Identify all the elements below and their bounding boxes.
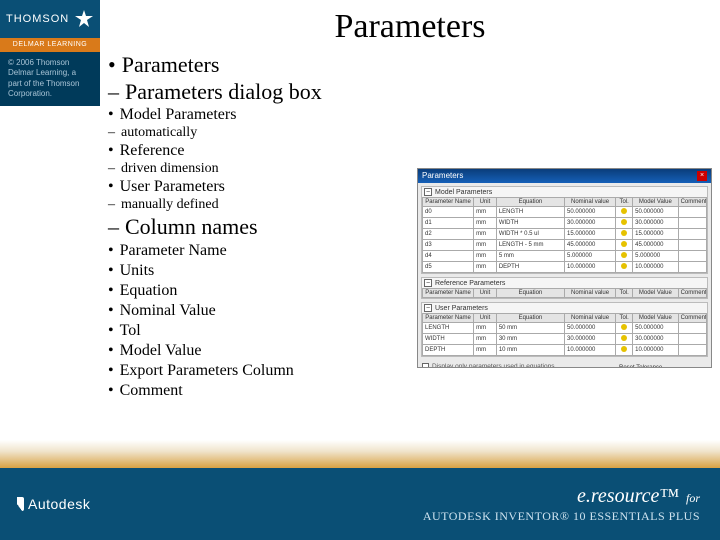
table-row[interactable]: d0mmLENGTH50.00000050.000000 bbox=[423, 207, 707, 218]
bullet-lvl3: •Reference bbox=[108, 142, 712, 160]
table-row[interactable]: d1mmWIDTH30.00000030.000000 bbox=[423, 218, 707, 229]
table-row[interactable]: LENGTHmm50 mm50.00000050.000000 bbox=[423, 323, 707, 334]
bullet-lvl3: •Model Parameters bbox=[108, 106, 712, 124]
copyright-text: © 2006 Thomson Delmar Learning, a part o… bbox=[0, 52, 100, 106]
table-row[interactable]: d3mmLENGTH - 5 mm45.00000045.000000 bbox=[423, 240, 707, 251]
star-icon bbox=[74, 9, 94, 29]
model-parameters-table: Parameter NameUnitEquationNominal valueT… bbox=[422, 197, 707, 273]
table-row[interactable]: DEPTHmm10 mm10.00000010.000000 bbox=[423, 345, 707, 356]
slide-footer: Autodesk e.resource™ for AUTODESK INVENT… bbox=[0, 440, 720, 540]
slide-content: Parameters •Parameters –Parameters dialo… bbox=[100, 0, 720, 440]
close-icon[interactable]: × bbox=[697, 171, 707, 181]
parameters-dialog: Parameters × − Model Parameters Paramete… bbox=[417, 168, 712, 368]
table-row[interactable]: d2mmWIDTH * 0.5 ul15.00000015.000000 bbox=[423, 229, 707, 240]
bullet-lvl2: –Parameters dialog box bbox=[108, 79, 712, 105]
user-parameters-table: Parameter NameUnitEquationNominal valueT… bbox=[422, 313, 707, 356]
collapse-icon[interactable]: − bbox=[424, 279, 432, 287]
display-only-checkbox[interactable]: Display only parameters used in equation… bbox=[422, 363, 554, 368]
delmar-logo: DELMAR LEARNING bbox=[0, 38, 100, 52]
model-parameters-section: − Model Parameters Parameter NameUnitEqu… bbox=[421, 186, 708, 274]
bullet-lvl1: •Parameters bbox=[108, 52, 712, 78]
table-row[interactable]: d5mmDEPTH10.00000010.000000 bbox=[423, 262, 707, 273]
dialog-footer: Display only parameters used in equation… bbox=[418, 360, 711, 368]
dialog-titlebar: Parameters × bbox=[418, 169, 711, 183]
table-row[interactable]: d4mm5 mm5.0000005.000000 bbox=[423, 251, 707, 262]
reference-parameters-section: − Reference Parameters Parameter NameUni… bbox=[421, 277, 708, 299]
collapse-icon[interactable]: − bbox=[424, 188, 432, 196]
user-parameters-section: − User Parameters Parameter NameUnitEqua… bbox=[421, 302, 708, 357]
collapse-icon[interactable]: − bbox=[424, 304, 432, 312]
slide-title: Parameters bbox=[108, 8, 712, 46]
thomson-logo: THOMSON bbox=[0, 0, 100, 38]
autodesk-logo: Autodesk bbox=[10, 496, 90, 512]
bullet-lvl4: –automatically bbox=[108, 125, 712, 141]
sidebar: THOMSON DELMAR LEARNING © 2006 Thomson D… bbox=[0, 0, 100, 440]
autodesk-icon bbox=[10, 497, 24, 511]
thomson-text: THOMSON bbox=[6, 13, 69, 25]
eresource-logo: e.resource™ for AUTODESK INVENTOR® 10 ES… bbox=[423, 483, 700, 525]
table-row[interactable]: WIDTHmm30 mm30.00000030.000000 bbox=[423, 334, 707, 345]
reference-parameters-table: Parameter NameUnitEquationNominal valueT… bbox=[422, 288, 707, 298]
